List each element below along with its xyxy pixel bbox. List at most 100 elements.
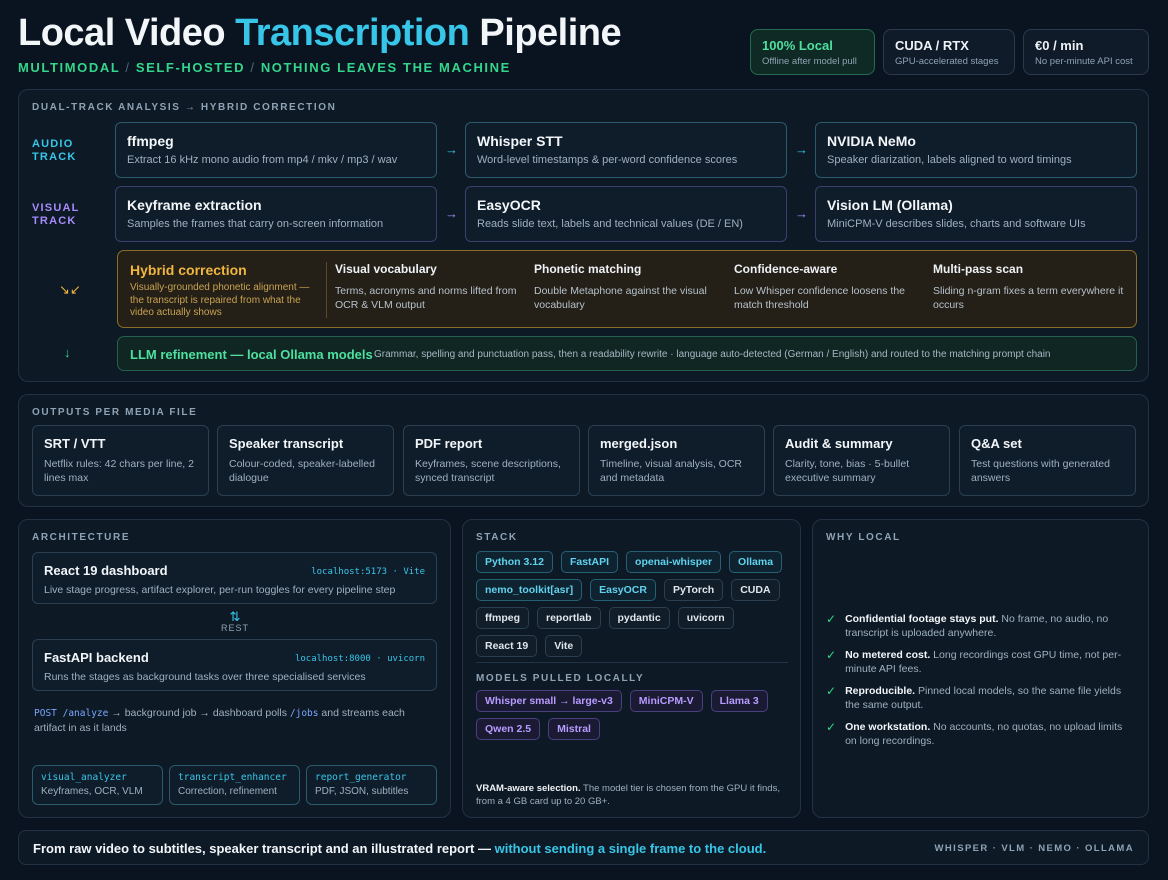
stat-value: €0 / min xyxy=(1035,38,1084,53)
why-item: ✓ One workstation. No accounts, no quotas… xyxy=(826,720,1136,748)
stage-nemo: NVIDIA NeMo Speaker diarization, labels … xyxy=(815,122,1137,178)
footer-highlight: without sending a single frame to the cl… xyxy=(494,841,767,856)
model-chip: Whisper small → large-v3 xyxy=(476,690,622,712)
why-bold: Reproducible. xyxy=(845,685,916,697)
vram-bold: VRAM-aware selection. xyxy=(476,783,581,794)
stack-chips: Python 3.12 FastAPI openai-whisper Ollama ne… xyxy=(476,551,794,657)
flow-code: /jobs xyxy=(289,708,319,719)
service-name: visual_analyzer xyxy=(41,772,127,783)
stack-chip: Ollama xyxy=(729,551,783,573)
stack-chip: reportlab xyxy=(537,607,601,629)
title-part: Local Video xyxy=(18,12,236,54)
check-icon: ✓ xyxy=(826,684,837,698)
why-bold: One workstation. xyxy=(845,721,931,733)
stack-chip: PyTorch xyxy=(663,579,724,601)
hybrid-divider xyxy=(326,262,327,318)
hybrid-col-confidence: Confidence-aware Low Whisper confidence … xyxy=(734,262,924,312)
output-title: SRT / VTT xyxy=(44,436,106,451)
stage-ffmpeg: ffmpeg Extract 16 kHz mono audio from mp… xyxy=(115,122,437,178)
models-label: MODELS PULLED LOCALLY xyxy=(476,673,645,684)
why-item: ✓ Confidential footage stays put. No fram… xyxy=(826,612,1136,640)
service-role: PDF, JSON, subtitles xyxy=(315,786,409,797)
hybrid-col-phonetic: Phonetic matching Double Metaphone again… xyxy=(534,262,724,312)
hybrid-col-title: Multi-pass scan xyxy=(933,262,1024,276)
hybrid-col-title: Phonetic matching xyxy=(534,262,642,276)
llm-desc: Grammar, spelling and punctuation pass, … xyxy=(374,349,1051,360)
model-chip: Llama 3 xyxy=(710,690,768,712)
stack-chip: Python 3.12 xyxy=(476,551,553,573)
arrow-right-icon: → xyxy=(795,206,808,221)
stage-whisper: Whisper STT Word-level timestamps & per-… xyxy=(465,122,787,178)
hybrid-col-desc: Low Whisper confidence loosens the match… xyxy=(734,285,906,311)
why-bold: Confidential footage stays put. xyxy=(845,613,999,625)
title-highlight: Transcription xyxy=(235,12,470,54)
model-chip: Mistral xyxy=(548,718,600,740)
stage-title: EasyOCR xyxy=(477,197,541,213)
output-speaker: Speaker transcript Colour-coded, speaker… xyxy=(217,425,394,496)
dashboard-card: React 19 dashboard localhost:5173 · Vite… xyxy=(32,552,437,604)
stack-chip: FastAPI xyxy=(560,551,619,573)
hybrid-title: Hybrid correction xyxy=(130,262,247,278)
service-report-generator: report_generator PDF, JSON, subtitles xyxy=(306,765,437,805)
stage-title: ffmpeg xyxy=(127,133,174,149)
why-label: WHY LOCAL xyxy=(826,532,901,543)
stage-title: Whisper STT xyxy=(477,133,563,149)
stat-sub: GPU-accelerated stages xyxy=(895,56,999,67)
output-desc: Netflix rules: 42 chars per line, 2 line… xyxy=(44,458,194,484)
hybrid-col-vocab: Visual vocabulary Terms, acronyms and no… xyxy=(335,262,525,312)
output-title: Q&A set xyxy=(971,436,1022,451)
flow-text: → background job → dashboard polls xyxy=(108,707,290,719)
subtitle-item: MULTIMODAL xyxy=(18,60,121,75)
stage-desc: Extract 16 kHz mono audio from mp4 / mkv… xyxy=(127,154,398,166)
why-item: ✓ Reproducible. Pinned local models, so t… xyxy=(826,684,1136,712)
output-audit: Audit & summary Clarity, tone, bias · 5-… xyxy=(773,425,950,496)
output-pdf: PDF report Keyframes, scene descriptions… xyxy=(403,425,580,496)
llm-refinement: LLM refinement — local Ollama models Gra… xyxy=(117,336,1137,371)
backend-desc: Runs the stages as background tasks over… xyxy=(44,671,366,683)
output-desc: Timeline, visual analysis, OCR and metad… xyxy=(600,458,742,484)
output-desc: Colour-coded, speaker-labelled dialogue xyxy=(229,458,375,484)
stack-chip: Vite xyxy=(545,635,583,657)
outputs-label: OUTPUTS PER MEDIA FILE xyxy=(32,407,198,418)
output-json: merged.json Timeline, visual analysis, O… xyxy=(588,425,765,496)
why-local-panel: WHY LOCAL ✓ Confidential footage stays pu… xyxy=(812,519,1149,818)
dashboard-desc: Live stage progress, artifact explorer, … xyxy=(44,584,396,596)
stat-sub: No per-minute API cost xyxy=(1035,56,1133,67)
flow-code: POST /analyze xyxy=(34,708,109,719)
pipeline-panel: DUAL-TRACK ANALYSIS → HYBRID CORRECTION … xyxy=(18,89,1149,382)
stack-label: STACK xyxy=(476,532,518,543)
stage-title: Keyframe extraction xyxy=(127,197,262,213)
stage-desc: Samples the frames that carry on-screen … xyxy=(127,218,384,230)
audio-track-label: AUDIO TRACK xyxy=(32,138,77,163)
why-list: ✓ Confidential footage stays put. No fram… xyxy=(826,612,1136,748)
stat-value: CUDA / RTX xyxy=(895,38,969,53)
outputs-panel: OUTPUTS PER MEDIA FILE SRT / VTT Netflix… xyxy=(18,394,1149,507)
check-icon: ✓ xyxy=(826,648,837,662)
vram-note: VRAM-aware selection. The model tier is … xyxy=(476,782,788,808)
stage-easyocr: EasyOCR Reads slide text, labels and tec… xyxy=(465,186,787,242)
subtitle-separator: / xyxy=(250,60,256,75)
output-title: Audit & summary xyxy=(785,436,893,451)
stat-local: 100% Local Offline after model pull xyxy=(750,29,875,75)
hybrid-correction: Hybrid correction Visually-grounded phon… xyxy=(117,250,1137,328)
pipeline-label: DUAL-TRACK ANALYSIS → HYBRID CORRECTION xyxy=(32,102,337,113)
architecture-panel: ARCHITECTURE React 19 dashboard localhos… xyxy=(18,519,451,818)
subtitle-separator: / xyxy=(125,60,131,75)
hybrid-col-multipass: Multi-pass scan Sliding n-gram fixes a t… xyxy=(933,262,1128,312)
subtitle: MULTIMODAL / SELF-HOSTED / NOTHING LEAVE… xyxy=(18,60,511,75)
service-name: transcript_enhancer xyxy=(178,772,287,783)
stage-desc: MiniCPM-V describes slides, charts and s… xyxy=(827,218,1086,230)
stage-title: NVIDIA NeMo xyxy=(827,133,916,149)
output-desc: Test questions with generated answers xyxy=(971,458,1110,484)
hybrid-intro: Hybrid correction Visually-grounded phon… xyxy=(130,262,320,320)
stack-chip: CUDA xyxy=(731,579,780,601)
hybrid-col-desc: Double Metaphone against the visual voca… xyxy=(534,285,707,311)
merge-arrow-icon: ↘↙ xyxy=(59,282,81,297)
stack-chip: openai-whisper xyxy=(626,551,722,573)
why-item: ✓ No metered cost. Long recordings cost G… xyxy=(826,648,1136,676)
stage-desc: Reads slide text, labels and technical v… xyxy=(477,218,743,230)
footer-main: From raw video to subtitles, speaker tra… xyxy=(33,841,495,856)
output-desc: Clarity, tone, bias · 5-bullet executive… xyxy=(785,458,910,484)
hybrid-col-desc: Sliding n-gram fixes a term everywhere i… xyxy=(933,285,1124,311)
visual-track-label: VISUAL TRACK xyxy=(32,202,80,227)
